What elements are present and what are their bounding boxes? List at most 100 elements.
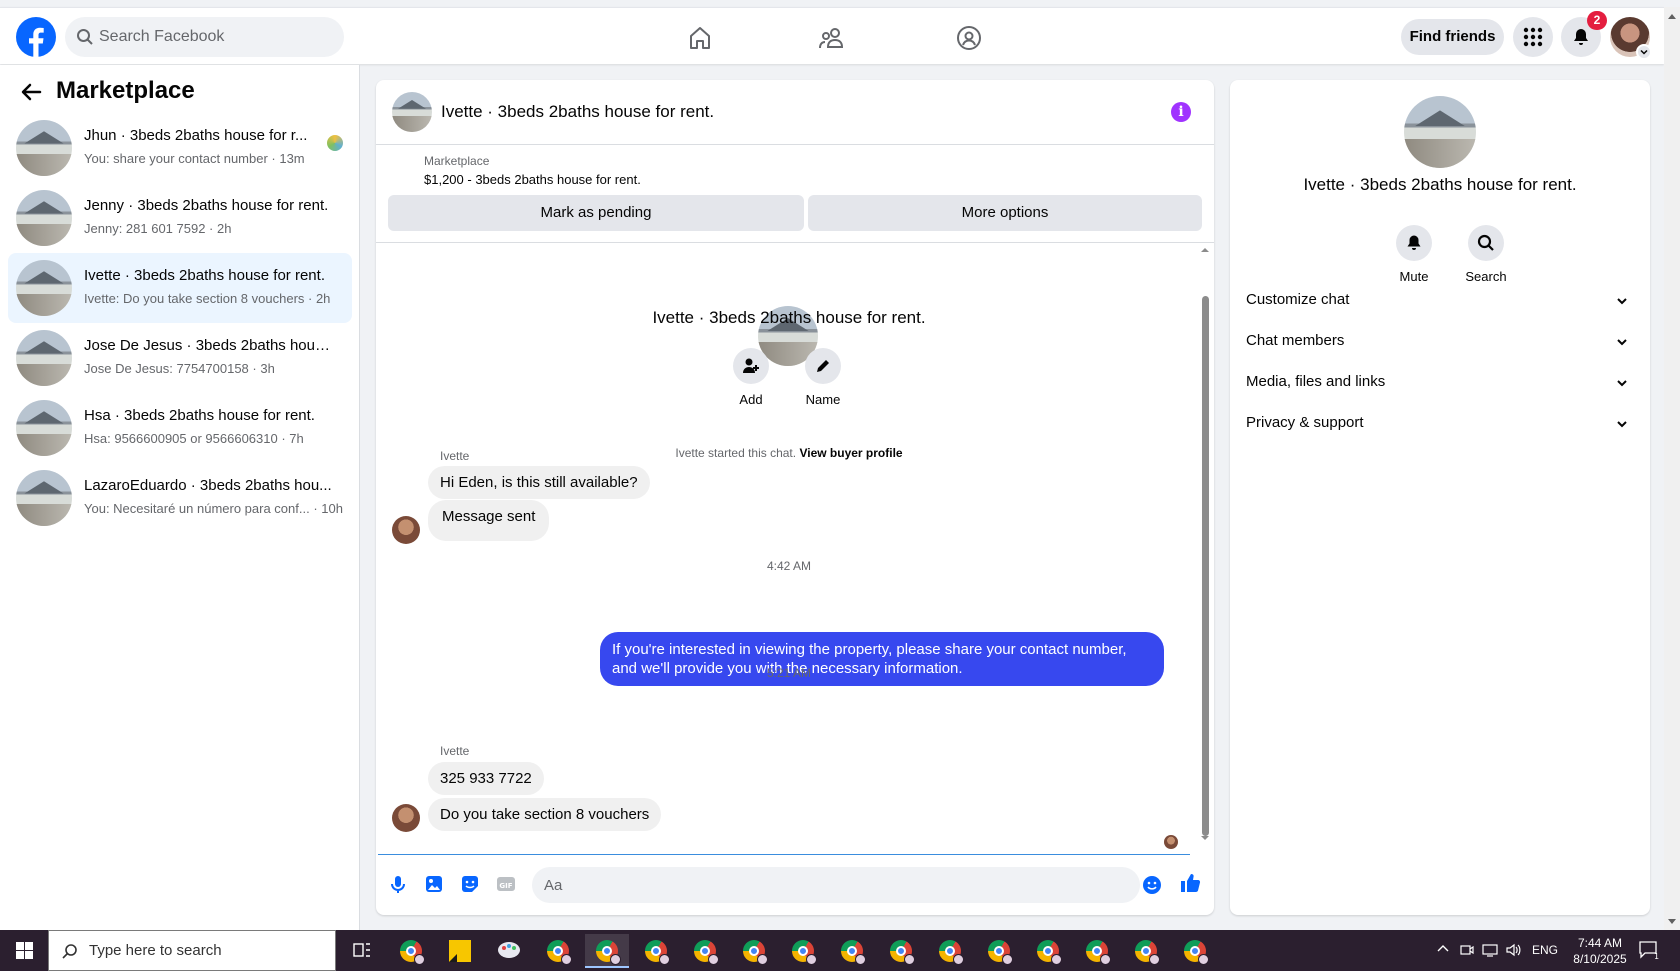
clock[interactable]: 7:44 AM 8/10/2025 (1560, 935, 1640, 967)
chrome-taskbar-icon[interactable] (928, 934, 972, 968)
home-icon (690, 27, 710, 49)
account-chevron-icon[interactable] (1636, 44, 1652, 60)
chrome-taskbar-icon[interactable] (732, 934, 776, 968)
sticker-icon[interactable] (460, 874, 480, 894)
conversation-item[interactable]: Jenny · 3beds 2baths house for rent. Jen… (8, 183, 352, 253)
paint-icon[interactable] (487, 934, 531, 968)
nav-home-tab[interactable] (650, 17, 750, 57)
sender-name: Ivette (440, 744, 470, 758)
find-friends-button[interactable]: Find friends (1401, 19, 1504, 55)
chrome-taskbar-icon[interactable] (879, 934, 923, 968)
conversation-item[interactable]: LazaroEduardo · 3beds 2baths hou... You:… (8, 463, 352, 533)
search-in-chat-button[interactable]: Search (1456, 225, 1516, 284)
sender-avatar[interactable] (392, 804, 420, 832)
bell-icon (1407, 235, 1421, 250)
chrome-taskbar-icon[interactable] (977, 934, 1021, 968)
nav-friends-tab[interactable] (782, 17, 882, 57)
chrome-taskbar-icon[interactable] (1124, 934, 1168, 968)
message-bubble-incoming[interactable]: Hi Eden, is this still available? (428, 466, 650, 499)
bell-icon (1574, 29, 1588, 45)
chrome-taskbar-icon[interactable] (389, 934, 433, 968)
message-bubble-incoming[interactable]: 325 933 7722 (428, 762, 544, 795)
windows-start-icon[interactable] (0, 930, 48, 971)
section-label: Privacy & support (1246, 414, 1364, 431)
taskbar-search-placeholder: Type here to search (89, 942, 222, 959)
task-view-icon[interactable] (340, 934, 384, 968)
pencil-icon (817, 360, 829, 372)
photo-icon[interactable] (424, 874, 444, 894)
chat-intro-title: Ivette · 3beds 2baths house for rent. (652, 308, 926, 327)
chrome-taskbar-icon[interactable] (634, 934, 678, 968)
section-label: Customize chat (1246, 291, 1350, 308)
chat-scroll-thumb[interactable] (1202, 296, 1209, 836)
mute-button[interactable]: Mute (1384, 225, 1444, 284)
chat-details-title: Ivette · 3beds 2baths house for rent. (1303, 175, 1577, 194)
conversation-preview: Jenny: 281 601 7592 · 2h (84, 221, 232, 236)
notification-count-badge: 2 (1587, 11, 1607, 30)
conversation-preview: You: Necesitaré un número para conf... ·… (84, 501, 343, 516)
chevron-down-icon (1617, 421, 1627, 428)
sender-avatar[interactable] (392, 516, 420, 544)
add-person-icon (743, 358, 759, 373)
microphone-icon[interactable] (388, 874, 408, 894)
tray-chevron-up-icon[interactable] (1436, 942, 1450, 956)
volume-icon[interactable] (1505, 942, 1523, 958)
view-buyer-profile-link[interactable]: View buyer profile (799, 446, 902, 460)
chat-header-avatar[interactable] (392, 92, 432, 132)
nav-groups-tab[interactable] (919, 17, 1019, 57)
chrome-taskbar-icon[interactable] (1026, 934, 1070, 968)
conversation-item-selected[interactable]: Ivette · 3beds 2baths house for rent. Iv… (8, 253, 352, 323)
conversation-item[interactable]: Hsa · 3beds 2baths house for rent. Hsa: … (8, 393, 352, 463)
taskbar-search-box[interactable]: Type here to search (48, 930, 336, 971)
chrome-taskbar-icon[interactable] (536, 934, 580, 968)
search-facebook-field[interactable] (65, 17, 344, 57)
listing-thumbnail (16, 470, 72, 526)
chat-header-title[interactable]: Ivette · 3beds 2baths house for rent. (441, 102, 714, 122)
chrome-taskbar-icon[interactable] (1075, 934, 1119, 968)
svg-text:GIF: GIF (499, 882, 512, 890)
customize-chat-section[interactable]: Customize chat (1246, 281, 1634, 321)
mark-as-pending-button[interactable]: Mark as pending (388, 195, 804, 231)
language-indicator[interactable]: ENG (1532, 943, 1558, 957)
info-icon[interactable]: i (1171, 102, 1191, 122)
clock-date: 8/10/2025 (1573, 952, 1627, 966)
name-chat-button[interactable]: Name (793, 348, 853, 407)
chat-details-avatar[interactable] (1404, 96, 1476, 168)
message-bubble-incoming[interactable]: Message sent (428, 500, 550, 541)
facebook-logo-icon[interactable] (16, 17, 56, 57)
chrome-taskbar-icon-active[interactable] (585, 934, 629, 968)
chrome-taskbar-icon[interactable] (830, 934, 874, 968)
conversation-item[interactable]: Jose De Jesus · 3beds 2baths hous... Jos… (8, 323, 352, 393)
chevron-down-icon (1617, 298, 1627, 305)
back-arrow-icon[interactable] (20, 81, 42, 103)
chat-members-section[interactable]: Chat members (1246, 322, 1634, 362)
search-icon (62, 944, 77, 959)
divider (376, 144, 1214, 145)
chrome-taskbar-icon[interactable] (1173, 934, 1217, 968)
conversation-title: Jenny · 3beds 2baths house for rent. (84, 197, 329, 214)
chrome-taskbar-icon[interactable] (683, 934, 727, 968)
add-people-button[interactable]: Add (721, 348, 781, 407)
more-options-button[interactable]: More options (808, 195, 1202, 231)
media-files-links-section[interactable]: Media, files and links (1246, 363, 1634, 403)
gif-icon[interactable]: GIF (496, 874, 516, 894)
meet-now-icon[interactable] (1459, 942, 1475, 958)
chat-details-panel: Ivette · 3beds 2baths house for rent. Mu… (1230, 80, 1650, 915)
chrome-taskbar-icon[interactable] (781, 934, 825, 968)
chevron-down-icon (1617, 339, 1627, 346)
search-facebook-input[interactable] (99, 17, 329, 57)
menu-button[interactable] (1513, 17, 1553, 57)
action-center-icon[interactable]: 1 (1638, 940, 1660, 960)
privacy-support-section[interactable]: Privacy & support (1246, 404, 1634, 444)
message-bubble-incoming[interactable]: Do you take section 8 vouchers (428, 798, 662, 831)
listing-title[interactable]: $1,200 - 3beds 2baths house for rent. (424, 172, 641, 187)
like-thumb-icon[interactable] (1179, 872, 1201, 894)
conversation-item[interactable]: Jhun · 3beds 2baths house for r... You: … (8, 113, 352, 183)
conversation-preview: Hsa: 9566600905 or 9566606310 · 7h (84, 431, 304, 446)
network-icon[interactable] (1481, 942, 1499, 958)
emoji-icon[interactable] (1142, 875, 1162, 895)
message-compose-input[interactable] (532, 867, 1140, 903)
sticky-notes-icon[interactable] (438, 934, 482, 968)
section-label: Media, files and links (1246, 373, 1386, 390)
page-scrollbar[interactable] (1664, 7, 1680, 930)
